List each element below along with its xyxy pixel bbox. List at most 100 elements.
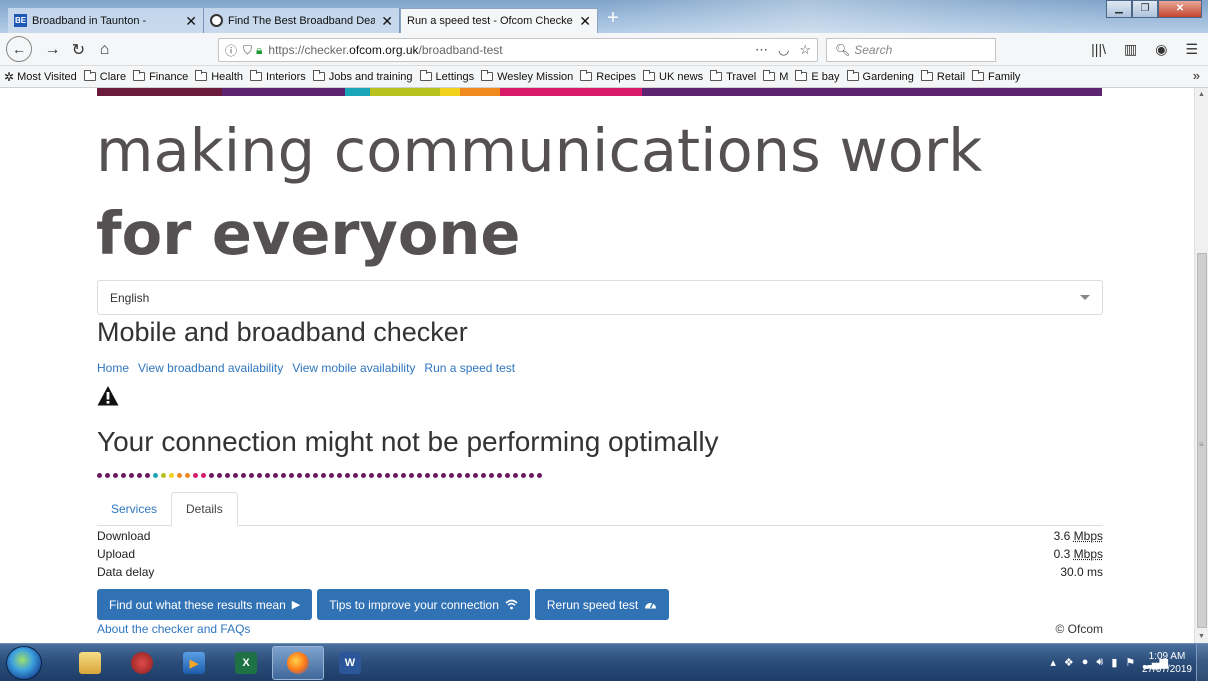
sidebar-icon[interactable]: ▥: [1124, 41, 1137, 58]
scrollbar-grip-icon: ≡: [1199, 440, 1204, 449]
browser-tab-broadband-taunton[interactable]: BE Broadband in Taunton - ✕: [8, 8, 204, 33]
folder-icon: [846, 70, 859, 81]
breadcrumb-link-speed-test[interactable]: Run a speed test: [424, 361, 515, 375]
taskbar-media-player[interactable]: ▶: [168, 646, 220, 680]
windows-taskbar: ▶ X W ▴ ❖ ● 🔊︎ ▮ ⚑ ▂▄▆ 1:09 AM 27/07/201…: [0, 643, 1208, 681]
url-text[interactable]: https://checker.ofcom.org.uk/broadband-t…: [268, 43, 502, 57]
divider-dot: [393, 473, 398, 478]
divider-dot: [521, 473, 526, 478]
volume-icon[interactable]: 🔊︎: [1096, 656, 1103, 669]
taskbar-clock[interactable]: 1:09 AM 27/07/2019: [1142, 650, 1192, 676]
show-desktop-button[interactable]: [1196, 644, 1208, 681]
button-label: Tips to improve your connection: [329, 597, 499, 612]
bookmarks-overflow-icon[interactable]: »: [1193, 68, 1200, 83]
rerun-speed-test-button[interactable]: Rerun speed test: [534, 589, 670, 620]
bookmark-folder[interactable]: Family: [972, 70, 1020, 83]
taskbar-word[interactable]: W: [324, 646, 376, 680]
bookmark-folder[interactable]: UK news: [643, 70, 703, 83]
close-tab-icon[interactable]: ✕: [579, 14, 591, 28]
copyright-text: © Ofcom: [1055, 622, 1103, 636]
action-center-flag-icon[interactable]: ⚑: [1125, 656, 1135, 669]
menu-icon[interactable]: ☰: [1185, 41, 1198, 58]
divider-dot: [369, 473, 374, 478]
gear-icon: ✲: [4, 69, 15, 84]
bookmark-label: Wesley Mission: [497, 70, 574, 83]
results-tabs: Services Details: [97, 492, 1103, 526]
bookmark-folder[interactable]: E bay: [795, 70, 840, 83]
taskbar-snipping-tool[interactable]: [116, 646, 168, 680]
breadcrumb-link-mobile[interactable]: View mobile availability: [292, 361, 415, 375]
new-tab-button[interactable]: +: [602, 8, 624, 30]
bookmark-folder[interactable]: Retail: [920, 70, 966, 83]
bookmark-folder[interactable]: Interiors: [250, 70, 306, 83]
reload-button[interactable]: ↻: [66, 37, 91, 62]
url-bar[interactable]: ⓘ ⛉ 🔒︎ https://checker.ofcom.org.uk/broa…: [218, 38, 818, 62]
tab-details[interactable]: Details: [171, 492, 238, 526]
home-icon[interactable]: ⌂: [92, 37, 117, 62]
bookmark-folder[interactable]: Travel: [710, 70, 756, 83]
scroll-up-arrow-icon[interactable]: ▲: [1198, 91, 1205, 98]
bookmark-folder[interactable]: Lettings: [419, 70, 474, 83]
tab-services[interactable]: Services: [97, 492, 171, 526]
divider-dot: [241, 473, 246, 478]
chevron-down-icon: [1080, 295, 1090, 300]
divider-dot: [505, 473, 510, 478]
account-icon[interactable]: ◉: [1155, 41, 1167, 58]
tracking-shield-icon[interactable]: ⛉: [243, 43, 252, 58]
back-button[interactable]: ←: [6, 36, 32, 62]
bookmark-folder[interactable]: Recipes: [580, 70, 637, 83]
close-tab-icon[interactable]: ✕: [381, 14, 393, 28]
tray-expand-icon[interactable]: ▴: [1050, 656, 1056, 669]
vertical-scrollbar[interactable]: ▲ ≡ ▼: [1194, 88, 1208, 643]
bookmark-star-icon[interactable]: ☆: [799, 42, 811, 58]
browser-tab-ofcom-checker[interactable]: Run a speed test - Ofcom Checker ✕: [400, 8, 598, 33]
breadcrumb-link-broadband[interactable]: View broadband availability: [138, 361, 283, 375]
tray-app-icon[interactable]: ●: [1082, 656, 1089, 669]
divider-dot: [529, 473, 534, 478]
bookmark-folder[interactable]: Wesley Mission: [481, 70, 574, 83]
breadcrumb-link-home[interactable]: Home: [97, 361, 129, 375]
bookmark-folder[interactable]: Clare: [83, 70, 126, 83]
divider-dot: [329, 473, 334, 478]
minimize-button[interactable]: ▁: [1106, 0, 1132, 18]
about-checker-link[interactable]: About the checker and FAQs: [97, 622, 250, 636]
folder-icon: [920, 70, 933, 81]
bookmark-folder[interactable]: Health: [195, 70, 243, 83]
divider-dot: [289, 473, 294, 478]
close-tab-icon[interactable]: ✕: [185, 14, 197, 28]
scroll-down-arrow-icon[interactable]: ▼: [1198, 633, 1205, 640]
info-icon[interactable]: ⓘ: [225, 42, 237, 59]
bookmark-folder[interactable]: M: [763, 70, 788, 83]
window-controls: ▁ ❐ ✕: [1106, 0, 1202, 18]
dropbox-icon[interactable]: ❖: [1064, 656, 1074, 669]
divider-dot: [337, 473, 342, 478]
page-actions-icon[interactable]: ⋯: [755, 42, 768, 58]
bookmark-folder[interactable]: Jobs and training: [312, 70, 413, 83]
maximize-button[interactable]: ❐: [1132, 0, 1158, 18]
bookmark-label: Recipes: [596, 70, 637, 83]
bookmark-folder[interactable]: Finance: [133, 70, 189, 83]
taskbar-firefox[interactable]: [272, 646, 324, 680]
forward-button[interactable]: →: [40, 37, 65, 62]
results-meaning-button[interactable]: Find out what these results mean ▶: [97, 589, 313, 620]
lock-icon[interactable]: 🔒︎: [256, 43, 262, 58]
taskbar-excel[interactable]: X: [220, 646, 272, 680]
search-input[interactable]: 🔍︎ Search: [826, 38, 996, 62]
bookmark-label: Retail: [936, 70, 966, 83]
start-button[interactable]: [6, 646, 42, 680]
bookmark-label: Finance: [149, 70, 189, 83]
firefox-icon: [287, 652, 309, 674]
language-select[interactable]: English: [97, 280, 1103, 315]
bookmark-most-visited[interactable]: ✲ Most Visited: [4, 70, 77, 84]
folder-icon: [312, 70, 325, 81]
power-icon[interactable]: ▮: [1111, 656, 1117, 669]
library-icon[interactable]: |||\: [1091, 41, 1106, 58]
pocket-icon[interactable]: ◡: [778, 42, 789, 58]
folder-icon: [972, 70, 985, 81]
tips-button[interactable]: Tips to improve your connection: [317, 589, 530, 620]
bookmark-folder[interactable]: Gardening: [846, 70, 914, 83]
close-window-button[interactable]: ✕: [1158, 0, 1202, 18]
divider-dot: [201, 473, 206, 478]
browser-tab-best-broadband[interactable]: Find The Best Broadband Deal | ✕: [204, 8, 400, 33]
taskbar-file-explorer[interactable]: [64, 646, 116, 680]
